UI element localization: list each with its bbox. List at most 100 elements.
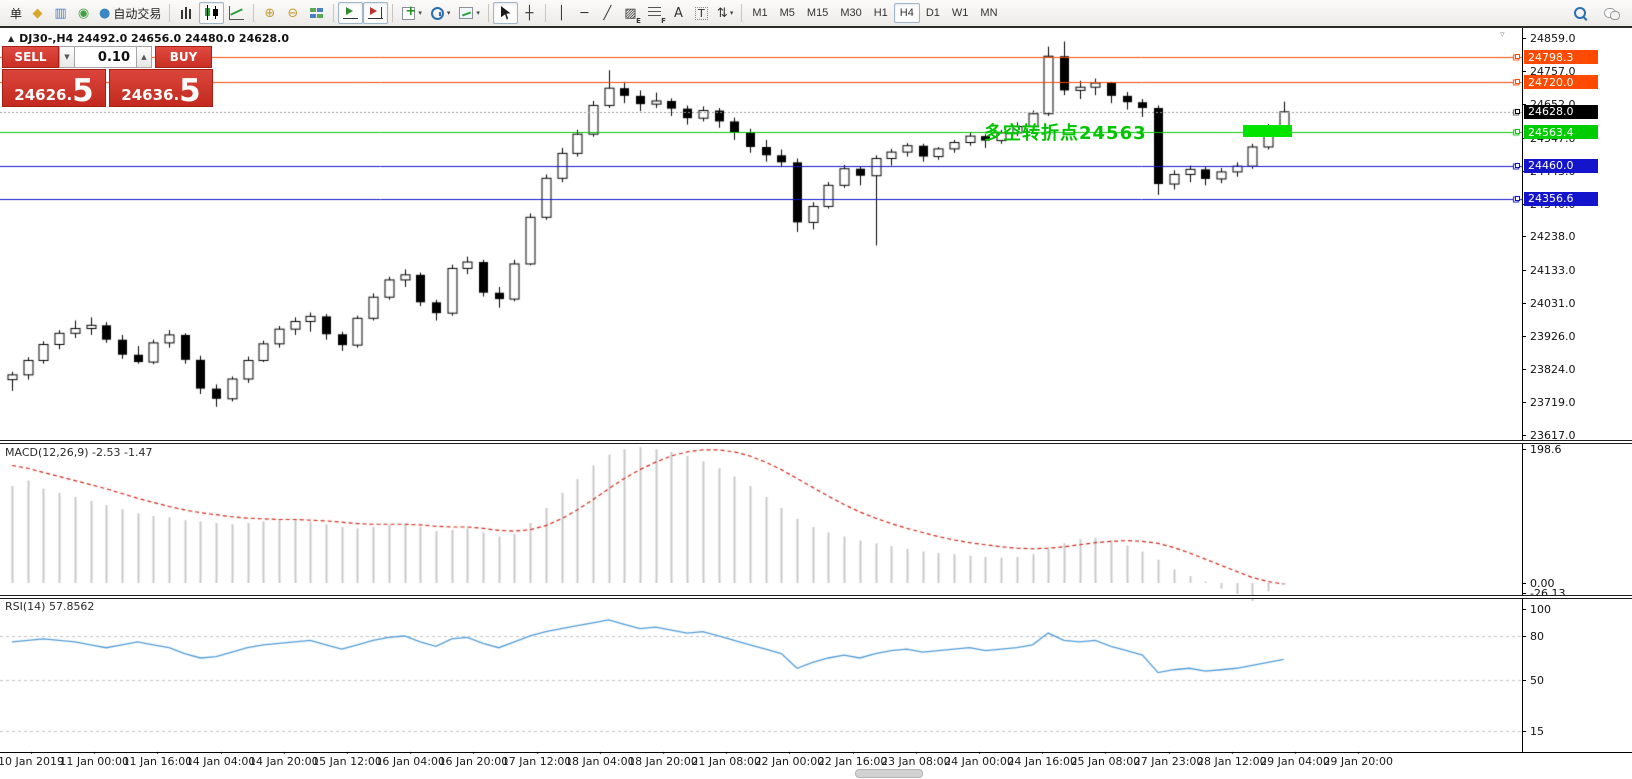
new-order-button[interactable]: 单 — [3, 2, 26, 24]
chart-bottom-frame — [0, 752, 1632, 753]
arrows-button[interactable]: ⇅▾ — [713, 2, 737, 24]
auto-scroll-icon — [342, 5, 359, 21]
chart-annotation-text[interactable]: 多空转折点24563 — [984, 119, 1147, 145]
search-button[interactable] — [1568, 2, 1593, 24]
tile-windows-icon — [308, 5, 325, 21]
vertical-line-icon: │ — [558, 7, 566, 20]
price-tick-mark — [1522, 236, 1526, 237]
new-order-button-label: 单 — [10, 5, 22, 22]
timeframe-h1[interactable]: H1 — [868, 3, 894, 23]
price-level-badge[interactable]: 24460.0 — [1524, 159, 1598, 173]
price-level-badge[interactable]: 24628.0 — [1524, 105, 1598, 119]
timeframe-m30[interactable]: M30 — [834, 3, 867, 23]
periods-button[interactable]: ▾ — [426, 2, 455, 24]
buy-price-display[interactable]: 24636.5 — [109, 69, 213, 107]
time-axis[interactable]: 10 Jan 201911 Jan 00:0011 Jan 16:0014 Ja… — [0, 755, 1522, 769]
line-chart-button[interactable] — [224, 2, 249, 24]
autotrading-button[interactable]: ●自动交易 — [95, 2, 165, 24]
bar-chart-button[interactable] — [174, 2, 199, 24]
crosshair-button[interactable]: ┼ — [518, 2, 541, 24]
macd-pane-splitter[interactable] — [0, 440, 1632, 444]
time-axis-label: 28 Jan 12:00 — [1197, 755, 1267, 768]
indicators-button[interactable]: ▾ — [397, 2, 426, 24]
arrows-icon: ⇅ — [717, 7, 728, 20]
toolbar-separator — [545, 4, 546, 22]
price-level-badge[interactable]: 24356.6 — [1524, 192, 1598, 206]
timeframe-group: M1M5M15M30H1H4D1W1MN — [746, 3, 1003, 23]
fibonacci-button[interactable]: F — [642, 2, 667, 24]
cursor-icon — [497, 5, 514, 21]
time-axis-label: 22 Jan 16:00 — [818, 755, 888, 768]
zoom-out-button[interactable]: ⊖ — [281, 2, 304, 24]
price-chart-canvas[interactable] — [0, 28, 1522, 754]
text-label-button[interactable]: T — [690, 2, 713, 24]
timeframe-w1[interactable]: W1 — [946, 3, 975, 23]
buy-price-big-digit: 5 — [179, 79, 201, 103]
volume-input[interactable]: 0.10 — [75, 46, 136, 68]
price-tick-mark — [1522, 71, 1526, 72]
tile-windows-button[interactable] — [304, 2, 329, 24]
time-axis-label: 24 Jan 00:00 — [944, 755, 1014, 768]
collapse-panel-icon[interactable]: ▲ — [8, 34, 14, 43]
chart-shift-marker[interactable]: ▿ — [1500, 29, 1505, 40]
equidistant-channel-button[interactable]: ▨E — [619, 2, 642, 24]
price-level-badge[interactable]: 24563.4 — [1524, 125, 1598, 139]
auto-scroll-button[interactable] — [338, 2, 363, 24]
new-chart-button[interactable]: ◆ — [26, 2, 49, 24]
timeframe-d1[interactable]: D1 — [920, 3, 946, 23]
rsi-pane-splitter[interactable] — [0, 595, 1632, 599]
timeframe-m1[interactable]: M1 — [746, 3, 773, 23]
autotrading-icon: ● — [99, 7, 110, 20]
scrollbar-thumb[interactable] — [855, 769, 923, 778]
signal-icon: ◉ — [78, 7, 89, 20]
time-axis-label: 29 Jan 04:00 — [1260, 755, 1330, 768]
toolbar: 单◆▥◉●自动交易⊕⊖▾▾▾┼│─╱▨EFAT⇅▾ M1M5M15M30H1H4… — [0, 0, 1632, 26]
market-watch-button[interactable]: ▥ — [49, 2, 72, 24]
vertical-line-button[interactable]: │ — [550, 2, 573, 24]
buy-button[interactable]: BUY — [155, 46, 212, 68]
indicator-scale-tick — [1522, 731, 1526, 732]
trendline-button[interactable]: ╱ — [596, 2, 619, 24]
sell-button[interactable]: SELL — [2, 46, 59, 68]
volume-decrease-button[interactable]: ▼ — [59, 46, 75, 68]
price-tick-label: 23719.0 — [1530, 396, 1576, 409]
indicator-scale-tick — [1522, 609, 1526, 610]
time-axis-label: 21 Jan 08:00 — [691, 755, 761, 768]
templates-button[interactable]: ▾ — [454, 2, 484, 24]
time-axis-label: 15 Jan 12:00 — [312, 755, 382, 768]
time-axis-label: 17 Jan 12:00 — [502, 755, 572, 768]
timeframe-h4[interactable]: H4 — [894, 3, 920, 23]
buy-price-main: 24636 — [121, 87, 173, 104]
clock-icon — [431, 7, 444, 20]
add-indicator-icon — [402, 7, 415, 20]
zoom-in-button[interactable]: ⊕ — [258, 2, 281, 24]
price-level-badge[interactable]: 24720.0 — [1524, 75, 1598, 89]
horizontal-line-button[interactable]: ─ — [573, 2, 596, 24]
level-line-anchor — [1515, 79, 1520, 84]
window-frame-top — [0, 26, 1632, 28]
price-axis[interactable]: 24859.024757.024652.024547.024443.024340… — [1522, 28, 1632, 752]
timeframe-mn[interactable]: MN — [974, 3, 1003, 23]
chart-shift-button[interactable] — [363, 2, 388, 24]
indicator-scale-label: 15 — [1530, 725, 1544, 738]
highlight-rectangle[interactable] — [1243, 125, 1292, 137]
volume-increase-button[interactable]: ▲ — [136, 46, 152, 68]
price-tick-label: 24133.0 — [1530, 264, 1576, 277]
new-chart-icon: ◆ — [33, 7, 43, 20]
price-tick-label: 24031.0 — [1530, 297, 1576, 310]
text-button[interactable]: A — [667, 2, 690, 24]
time-axis-label: 27 Jan 23:00 — [1134, 755, 1204, 768]
toolbar-left-group: 单◆▥◉●自动交易⊕⊖▾▾▾┼│─╱▨EFAT⇅▾ — [3, 2, 746, 24]
sell-price-display[interactable]: 24626.5 — [2, 69, 106, 107]
signals-button[interactable]: ◉ — [72, 2, 95, 24]
time-axis-label: 23 Jan 08:00 — [881, 755, 951, 768]
price-level-badge[interactable]: 24798.3 — [1524, 50, 1598, 64]
cursor-button[interactable] — [493, 2, 518, 24]
timeframe-m15[interactable]: M15 — [801, 3, 834, 23]
candlestick-chart-button[interactable] — [199, 2, 224, 24]
price-tick-mark — [1522, 270, 1526, 271]
dropdown-arrow-icon: ▾ — [418, 9, 422, 17]
level-line-anchor — [1515, 196, 1520, 201]
timeframe-m5[interactable]: M5 — [774, 3, 801, 23]
chat-button[interactable] — [1599, 2, 1624, 24]
